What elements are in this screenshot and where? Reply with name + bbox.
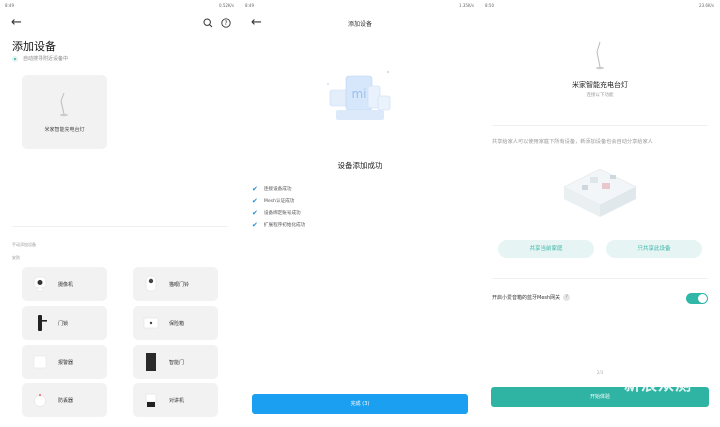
safe-icon bbox=[143, 317, 159, 329]
mesh-gateway-toggle[interactable] bbox=[686, 293, 708, 304]
back-arrow-icon[interactable]: ← bbox=[11, 16, 22, 29]
desk-lamp-icon bbox=[60, 92, 68, 117]
divider bbox=[12, 226, 228, 227]
device-name: 保险箱 bbox=[169, 321, 185, 327]
divider bbox=[492, 278, 708, 279]
add-success-screen: 8:49 1.35K/s ← 添加设备 mi 设备添加成功 ✔ 连接设备成功 ✔ M… bbox=[240, 0, 480, 427]
step-item: ✔ 连接设备成功 bbox=[252, 185, 292, 193]
device-name: 智能门 bbox=[169, 360, 185, 366]
device-name: 报警器 bbox=[58, 360, 74, 366]
help-icon[interactable]: ? bbox=[221, 18, 231, 28]
device-card-smart-door[interactable]: 智能门 bbox=[133, 345, 218, 379]
device-card-alarm[interactable]: 报警器 bbox=[22, 345, 107, 379]
page-title: 添加设备 bbox=[12, 40, 56, 53]
door-lock-icon bbox=[38, 315, 47, 331]
step-label: Mesh认证成功 bbox=[263, 199, 295, 204]
success-text: 设备添加成功 bbox=[337, 161, 383, 170]
intercom-icon bbox=[145, 393, 157, 407]
add-device-screen: 8:49 0.52K/s ← ? 添加设备 自动搜寻附近设备中 米家智能充电台灯… bbox=[0, 0, 240, 427]
device-card-camera[interactable]: 摄像机 bbox=[22, 267, 107, 301]
search-icon[interactable] bbox=[203, 18, 213, 28]
doorbell-icon bbox=[145, 275, 157, 292]
step-item: ✔ 扩展程序初始化成功 bbox=[252, 221, 306, 229]
scanning-text: 自动搜寻附近设备中 bbox=[23, 56, 69, 62]
desk-lamp-icon bbox=[596, 41, 604, 70]
device-name: 猫眼门铃 bbox=[169, 282, 190, 288]
tracker-icon bbox=[34, 394, 46, 407]
device-name: 摄像机 bbox=[58, 282, 74, 288]
device-card-doorbell[interactable]: 猫眼门铃 bbox=[133, 267, 218, 301]
device-name: 对讲机 bbox=[169, 398, 185, 404]
svg-text:mi: mi bbox=[351, 87, 366, 101]
mesh-gateway-label: 开启小爱音箱的蓝牙Mesh网关 bbox=[492, 295, 561, 301]
found-device-name: 米家智能充电台灯 bbox=[44, 127, 85, 133]
mesh-gateway-row: 开启小爱音箱的蓝牙Mesh网关 ? bbox=[492, 294, 571, 301]
scanning-status: 自动搜寻附近设备中 bbox=[12, 55, 68, 62]
check-icon: ✔ bbox=[252, 185, 258, 193]
svg-text:?: ? bbox=[224, 20, 227, 27]
help-icon[interactable]: ? bbox=[563, 294, 571, 301]
device-name: 门锁 bbox=[58, 321, 69, 327]
page-title: 添加设备 bbox=[347, 21, 372, 28]
status-bar: 8:49 1.35K/s bbox=[240, 0, 480, 10]
alarm-icon bbox=[33, 355, 47, 369]
divider bbox=[492, 125, 708, 126]
devices-illustration-icon: mi bbox=[327, 70, 391, 120]
step-label: 设备绑定账号成功 bbox=[263, 211, 301, 216]
step-label: 扩展程序初始化成功 bbox=[263, 223, 306, 228]
check-icon: ✔ bbox=[252, 197, 258, 205]
status-network: 0.52K/s bbox=[219, 3, 234, 8]
status-bar: 8:50 23.6K/s bbox=[480, 0, 720, 10]
watermark: 新浪众测 bbox=[624, 375, 693, 394]
found-device-card[interactable]: 米家智能充电台灯 bbox=[22, 75, 107, 149]
device-card-tracker[interactable]: 防丢器 bbox=[22, 383, 107, 417]
status-network: 1.35K/s bbox=[459, 3, 474, 8]
share-home-button[interactable]: 共享当前家庭 bbox=[498, 240, 594, 258]
device-card-intercom[interactable]: 对讲机 bbox=[133, 383, 218, 417]
device-name: 米家智能充电台灯 bbox=[572, 81, 628, 89]
step-label: 连接设备成功 bbox=[263, 187, 292, 192]
home-share-illustration-icon bbox=[563, 168, 637, 217]
done-button[interactable]: 完成 (3) bbox=[252, 394, 468, 414]
device-setup-screen: 8:50 23.6K/s 米家智能充电台灯 连接以下功能 共享给家人可以使用家庭… bbox=[480, 0, 720, 427]
category-label: 安防 bbox=[12, 255, 20, 260]
manual-add-label: 手动添加设备 bbox=[12, 242, 36, 247]
device-subtitle: 连接以下功能 bbox=[586, 93, 614, 98]
smart-door-icon bbox=[146, 353, 156, 371]
status-time: 8:49 bbox=[245, 3, 254, 8]
step-item: ✔ 设备绑定账号成功 bbox=[252, 209, 301, 217]
share-device-button[interactable]: 只共享此设备 bbox=[606, 240, 702, 258]
status-network: 23.6K/s bbox=[699, 3, 714, 8]
step-item: ✔ Mesh认证成功 bbox=[252, 197, 295, 205]
status-bar: 8:49 0.52K/s bbox=[0, 0, 240, 10]
check-icon: ✔ bbox=[252, 209, 258, 217]
camera-icon bbox=[33, 276, 47, 292]
check-icon: ✔ bbox=[252, 221, 258, 229]
status-time: 8:49 bbox=[5, 3, 14, 8]
share-description: 共享给家人可以使用家庭下所有设备，新添加设备也会自动分享给家人 bbox=[492, 139, 653, 145]
scanning-dot-icon bbox=[12, 55, 18, 62]
status-time: 8:50 bbox=[485, 3, 494, 8]
device-card-safe[interactable]: 保险箱 bbox=[133, 306, 218, 340]
device-name: 防丢器 bbox=[58, 398, 74, 404]
device-card-door-lock[interactable]: 门锁 bbox=[22, 306, 107, 340]
